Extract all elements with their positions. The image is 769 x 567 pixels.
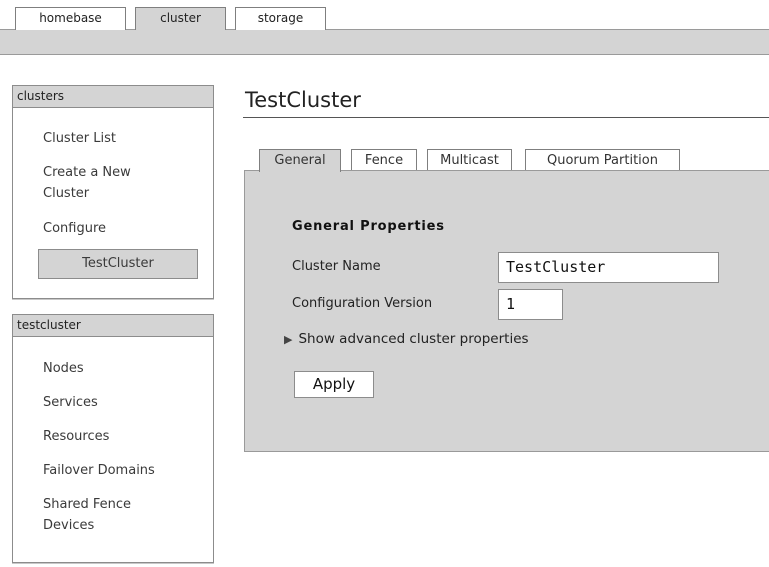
show-advanced-link[interactable]: ▶ Show advanced cluster properties [284,331,529,347]
sidebar-item-resources[interactable]: Resources [43,426,193,447]
cluster-name-input[interactable]: TestCluster [498,252,719,283]
top-tab-strip [0,29,769,55]
tab-general[interactable]: General [259,149,341,172]
config-version-label: Configuration Version [292,296,433,311]
tab-quorum-partition[interactable]: Quorum Partition [525,149,680,171]
sidebar-item-shared-fence-devices[interactable]: Shared Fence Devices [43,494,163,536]
sidebar-item-failover-domains[interactable]: Failover Domains [43,460,193,481]
show-advanced-label: Show advanced cluster properties [298,331,529,347]
page-title: TestCluster [245,88,361,112]
sidebar-item-cluster-list[interactable]: Cluster List [43,128,193,149]
tab-multicast[interactable]: Multicast [427,149,512,171]
tab-storage[interactable]: storage [235,7,326,30]
top-navigation: homebase cluster storage [0,0,769,56]
apply-button[interactable]: Apply [294,371,374,398]
config-version-input[interactable]: 1 [498,289,563,320]
expand-arrow-icon: ▶ [284,333,293,346]
sidebar-item-services[interactable]: Services [43,392,193,413]
tab-fence[interactable]: Fence [351,149,417,171]
section-title: General Properties [292,219,445,234]
tab-homebase[interactable]: homebase [15,7,126,30]
sidebar-item-nodes[interactable]: Nodes [43,358,193,379]
sidebar-item-testcluster[interactable]: TestCluster [38,249,198,279]
tab-cluster[interactable]: cluster [135,7,226,30]
cluster-panel-header: testcluster [13,315,213,337]
title-divider [243,117,769,118]
sidebar-item-create-cluster[interactable]: Create a New Cluster [43,162,173,204]
cluster-name-label: Cluster Name [292,259,381,274]
clusters-panel-header: clusters [13,86,213,108]
sidebar-item-configure[interactable]: Configure [43,218,193,239]
